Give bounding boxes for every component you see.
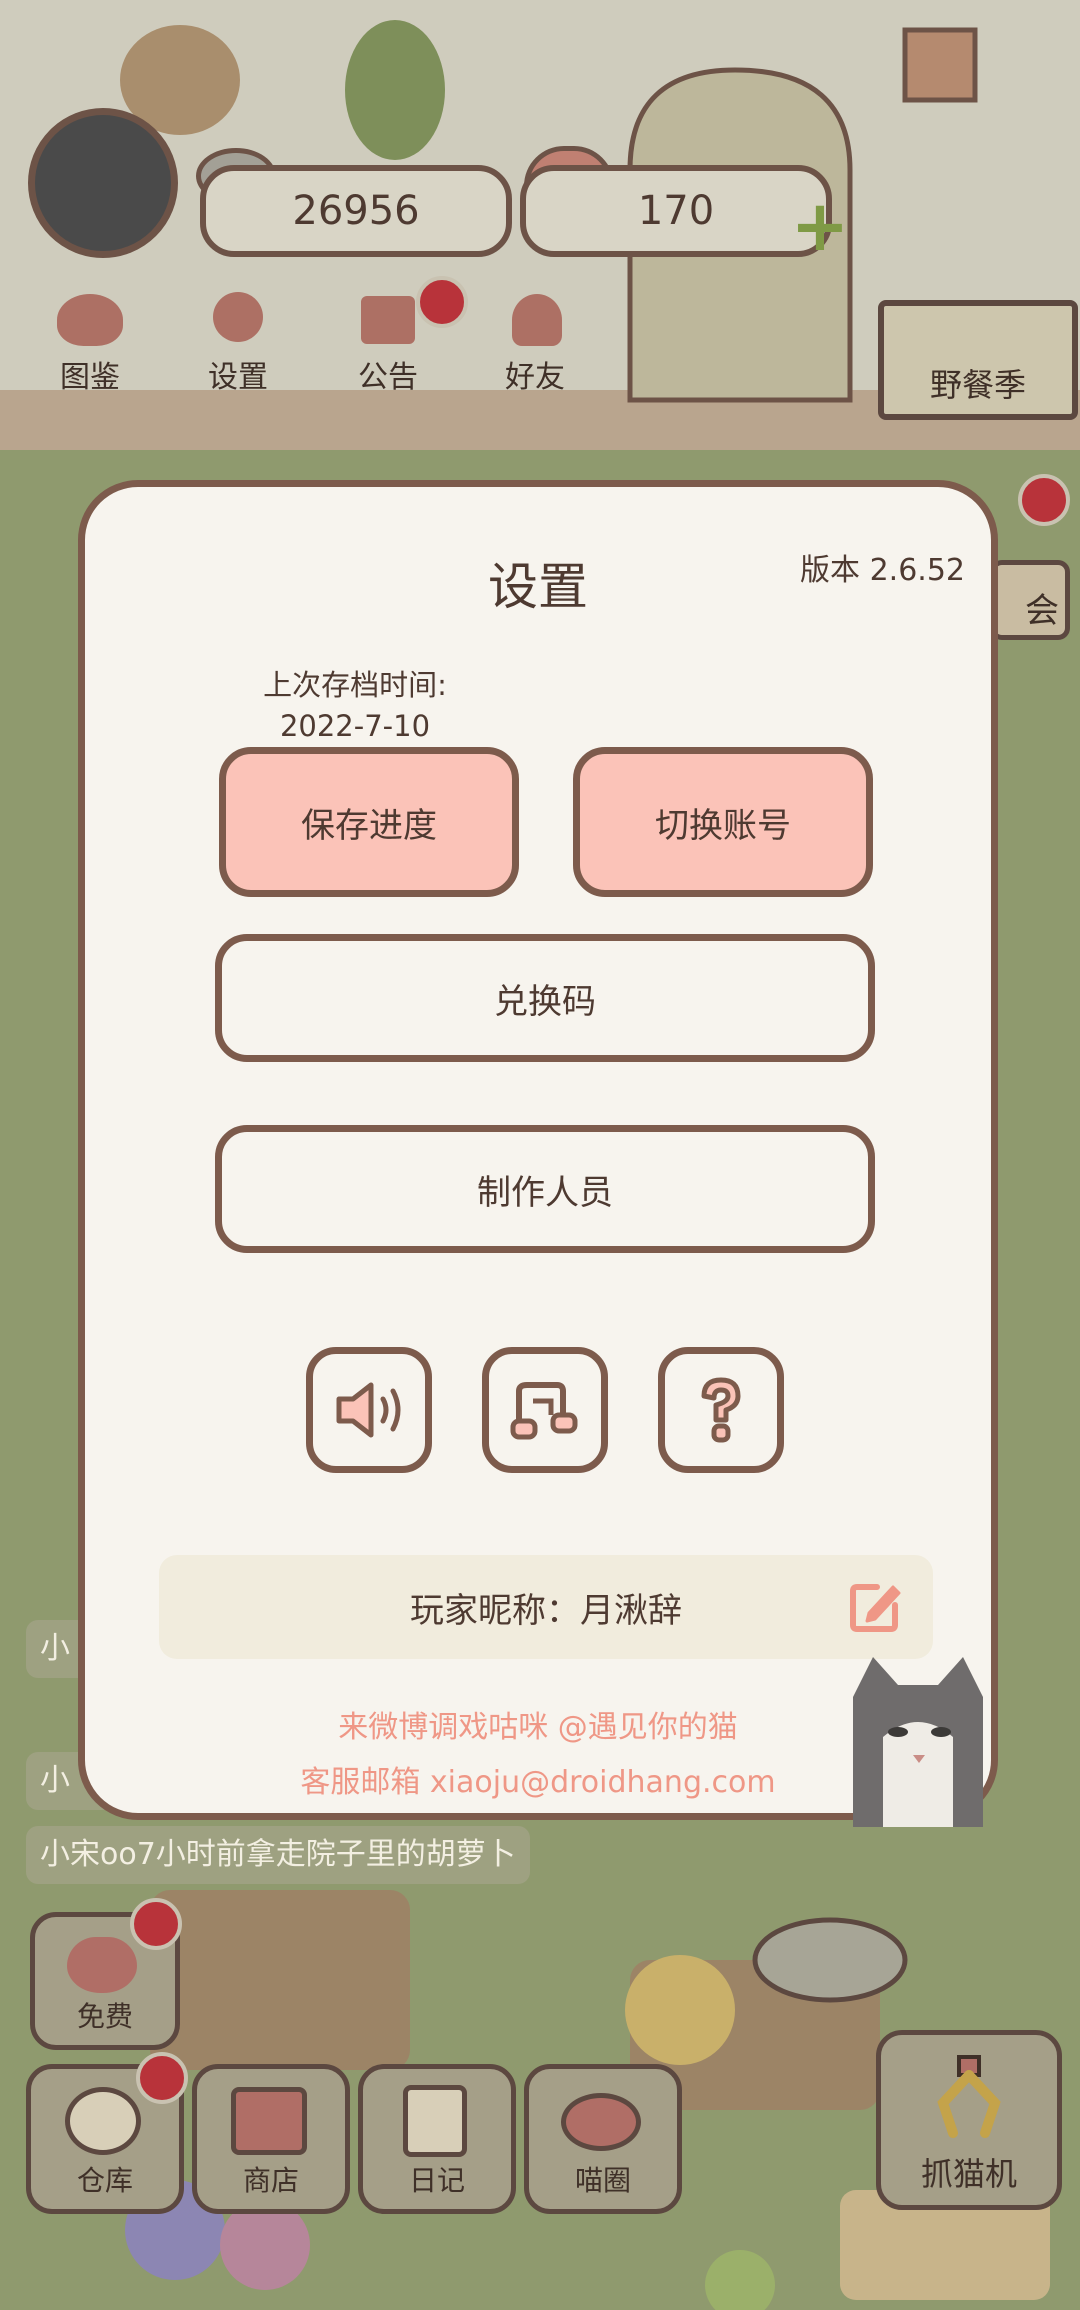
- announcement-label: 公告: [358, 360, 418, 395]
- gift-icon: [361, 296, 415, 344]
- friends-label: 好友: [505, 360, 565, 395]
- coin-counter: 26956: [200, 165, 512, 257]
- last-save-time-label: 上次存档时间:: [263, 668, 447, 702]
- cat-planet-icon: [561, 2093, 641, 2151]
- season-event-label: 野餐季: [929, 366, 1026, 404]
- redeem-code-button[interactable]: 兑换码: [215, 934, 875, 1062]
- shop-label: 商店: [242, 2164, 299, 2197]
- cat-photo: [853, 1657, 983, 1827]
- diary-button[interactable]: 日记: [358, 2064, 516, 2214]
- announcement-notification-dot: [416, 276, 468, 328]
- settings-menu-item[interactable]: 设置: [183, 290, 293, 400]
- switch-account-label: 切换账号: [655, 805, 791, 846]
- feed-text: 小宋oo7小时前拿走院子里的胡萝卜: [40, 1837, 516, 1872]
- avatar[interactable]: [28, 108, 178, 258]
- speaker-icon: [336, 1382, 401, 1438]
- side-event-label: 会: [1025, 591, 1059, 631]
- player-nickname-field: 玩家昵称：月湫辞: [159, 1555, 933, 1659]
- meow-circle-button[interactable]: 喵圈: [524, 2064, 682, 2214]
- music-note-icon: [510, 1382, 578, 1440]
- redeem-code-label: 兑换码: [494, 981, 596, 1022]
- question-mark-icon: [701, 1377, 741, 1443]
- meow-circle-label: 喵圈: [574, 2164, 631, 2197]
- warehouse-label: 仓库: [76, 2164, 133, 2197]
- edit-icon[interactable]: [845, 1577, 905, 1637]
- claw-icon: [937, 2055, 1001, 2138]
- cat-head-icon: [57, 294, 123, 346]
- feed-item: 小宋oo7小时前拿走院子里的胡萝卜: [26, 1826, 530, 1884]
- free-label: 免费: [76, 2000, 133, 2033]
- free-notification-dot: [130, 1898, 182, 1950]
- sound-toggle-button[interactable]: [306, 1347, 432, 1473]
- collection-label: 图鉴: [60, 360, 120, 395]
- switch-account-button[interactable]: 切换账号: [573, 747, 873, 897]
- settings-label: 设置: [208, 360, 268, 395]
- feed-text: 小: [40, 1631, 70, 1666]
- basket-icon: [65, 2087, 141, 2155]
- shop-button[interactable]: 商店: [192, 2064, 350, 2214]
- side-event-widget[interactable]: 会: [990, 560, 1070, 640]
- claw-machine-label: 抓猫机: [920, 2155, 1017, 2193]
- season-event-sign[interactable]: 野餐季: [878, 300, 1078, 420]
- help-button[interactable]: [658, 1347, 784, 1473]
- heart-count: 170: [637, 188, 715, 234]
- version-label: 版本 2.6.52: [800, 553, 965, 588]
- music-toggle-button[interactable]: [482, 1347, 608, 1473]
- coin-count: 26956: [292, 188, 420, 234]
- feed-text: 小: [40, 1763, 70, 1798]
- player-nickname-label: 玩家昵称：月湫辞: [410, 1590, 682, 1631]
- settings-dialog: 设置 版本 2.6.52 上次存档时间: 2022-7-10 19:2 保存进度…: [78, 480, 998, 1827]
- friends-icon: [512, 294, 562, 346]
- add-hearts-plus-icon[interactable]: +: [790, 191, 850, 261]
- credits-label: 制作人员: [477, 1172, 613, 1213]
- diary-label: 日记: [408, 2164, 465, 2197]
- heart-icon: [67, 1937, 137, 1993]
- warehouse-notification-dot: [136, 2052, 188, 2104]
- collection-menu-item[interactable]: 图鉴: [35, 290, 145, 400]
- claw-machine-button[interactable]: 抓猫机: [876, 2030, 1062, 2210]
- diary-icon: [403, 2085, 467, 2157]
- friends-menu-item[interactable]: 好友: [480, 290, 590, 400]
- credits-button[interactable]: 制作人员: [215, 1125, 875, 1253]
- side-notification-dot: [1018, 474, 1070, 526]
- gear-icon: [213, 292, 263, 342]
- save-progress-button[interactable]: 保存进度: [219, 747, 519, 897]
- heart-counter: 170: [520, 165, 832, 257]
- shop-icon: [231, 2087, 307, 2155]
- save-progress-label: 保存进度: [301, 805, 437, 846]
